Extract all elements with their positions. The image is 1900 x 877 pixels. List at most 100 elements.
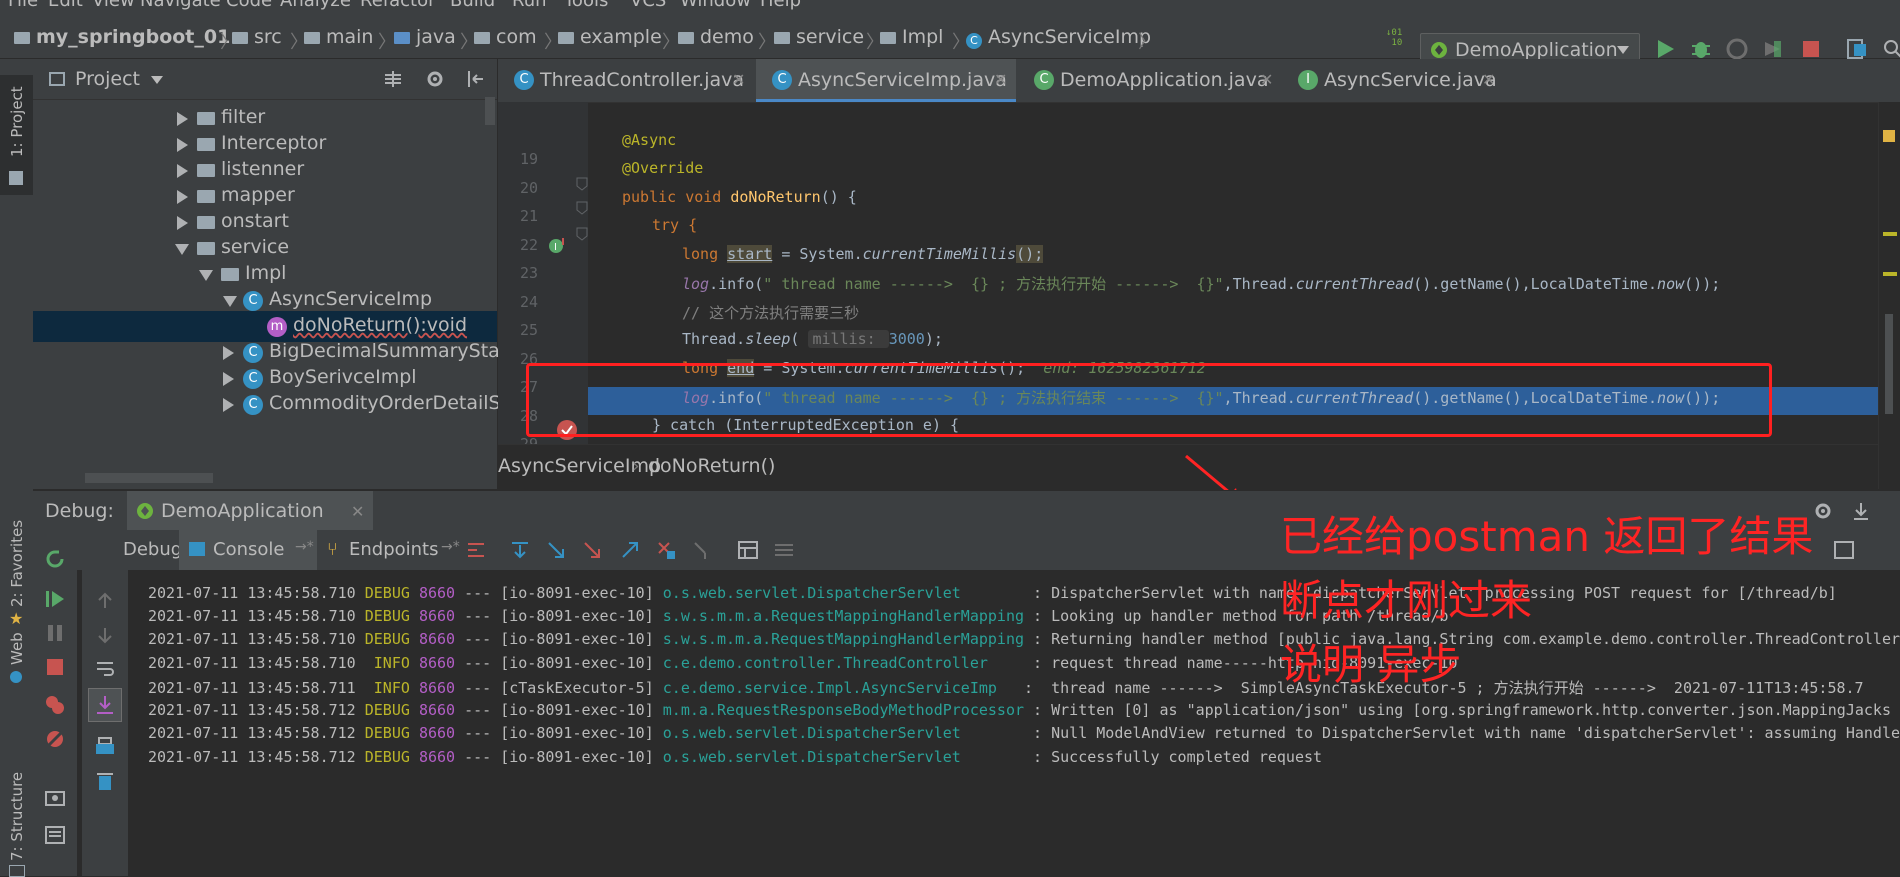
close-icon[interactable]: ✕	[1260, 70, 1273, 89]
menu-file[interactable]: File	[8, 0, 38, 11]
usage-marker[interactable]	[1883, 272, 1897, 276]
expanded-arrow-icon[interactable]	[175, 244, 189, 255]
show-execution-point-icon[interactable]	[465, 539, 487, 561]
tab-demoapplication[interactable]: C DemoApplication.java ✕	[1018, 59, 1280, 102]
rerun-icon[interactable]	[44, 548, 66, 570]
menu-vcs[interactable]: VCS	[630, 0, 666, 11]
tab-threadcontroller[interactable]: C ThreadController.java ✕	[498, 59, 754, 102]
breadcrumb-service[interactable]: service	[774, 26, 864, 48]
trash-icon[interactable]	[94, 770, 116, 792]
mute-breakpoints-icon[interactable]	[44, 728, 66, 750]
minimize-icon[interactable]	[1851, 501, 1871, 521]
collapsed-arrow-icon[interactable]	[223, 398, 234, 412]
warning-marker[interactable]	[1883, 130, 1895, 142]
run-to-cursor-icon[interactable]	[691, 539, 713, 561]
web-tool-tab[interactable]: Web	[0, 619, 33, 699]
expanded-arrow-icon[interactable]	[199, 270, 213, 281]
menu-code[interactable]: Code	[226, 0, 272, 11]
expanded-arrow-icon[interactable]	[223, 296, 237, 307]
tab-asyncservice[interactable]: I AsyncService.java ✕	[1282, 59, 1504, 102]
view-breakpoints-icon[interactable]	[44, 694, 66, 716]
close-icon[interactable]: ✕	[351, 502, 364, 521]
breadcrumb-impl[interactable]: Impl	[880, 26, 943, 48]
step-into-icon[interactable]	[545, 539, 567, 561]
collapsed-arrow-icon[interactable]	[177, 138, 188, 152]
menu-window[interactable]: Window	[680, 0, 751, 11]
trace-icon[interactable]	[773, 539, 795, 561]
close-icon[interactable]: ✕	[1482, 70, 1495, 89]
profile-icon[interactable]	[1762, 38, 1784, 60]
gear-icon[interactable]	[1813, 501, 1833, 521]
tree-item-commodityorder[interactable]: C CommodityOrderDetailS	[33, 389, 501, 420]
pin-icon[interactable]: →*	[295, 539, 314, 555]
layout-icon[interactable]	[1833, 539, 1855, 561]
collapsed-arrow-icon[interactable]	[223, 346, 234, 360]
breadcrumb-class[interactable]: C AsyncServiceImp	[966, 26, 1151, 49]
step-over-icon[interactable]	[509, 539, 531, 561]
breadcrumb-java[interactable]: java	[394, 26, 456, 48]
tab-console[interactable]: Console →*	[179, 530, 317, 570]
menu-help[interactable]: Help	[760, 0, 801, 11]
breadcrumb-main[interactable]: main	[304, 26, 373, 48]
coverage-icon[interactable]	[1726, 38, 1748, 60]
step-out-icon[interactable]	[619, 539, 641, 561]
project-panel-title[interactable]: Project	[75, 68, 140, 90]
tab-asyncserviceimp[interactable]: C AsyncServiceImp.java ✕	[756, 59, 1016, 102]
breadcrumb-demo[interactable]: demo	[678, 26, 754, 48]
soft-wrap-icon[interactable]	[94, 658, 116, 680]
hide-panel-icon[interactable]	[465, 69, 485, 89]
vertical-scrollbar-thumb[interactable]	[1885, 314, 1893, 414]
chevron-down-icon[interactable]	[151, 76, 163, 84]
menu-navigate[interactable]: Navigate	[140, 0, 221, 11]
structure-tool-tab[interactable]: 7: Structure	[0, 749, 33, 877]
close-icon[interactable]: ✕	[732, 70, 745, 89]
pause-icon[interactable]	[44, 622, 66, 644]
implements-icon[interactable]: I	[548, 236, 566, 254]
menu-analyze[interactable]: Analyze	[280, 0, 351, 11]
menu-build[interactable]: Build	[450, 0, 495, 11]
project-tool-tab[interactable]: 1: Project	[0, 75, 33, 195]
collapsed-arrow-icon[interactable]	[177, 164, 188, 178]
breadcrumb-com[interactable]: com	[474, 26, 537, 48]
breadcrumb-src[interactable]: src	[232, 26, 282, 48]
menu-view[interactable]: View	[92, 0, 135, 11]
evaluate-expression-icon[interactable]	[737, 539, 759, 561]
search-icon[interactable]	[1882, 38, 1900, 60]
stop-icon[interactable]	[1800, 38, 1822, 60]
up-arrow-icon[interactable]	[94, 590, 116, 612]
run-icon[interactable]	[1654, 38, 1676, 60]
debug-session-tab[interactable]: DemoApplication ✕	[127, 491, 373, 531]
menu-tools[interactable]: Tools	[564, 0, 608, 11]
drop-frame-icon[interactable]	[655, 539, 677, 561]
print-icon[interactable]	[94, 736, 116, 758]
usage-marker[interactable]	[1883, 232, 1897, 236]
vertical-scrollbar[interactable]	[485, 97, 495, 125]
collapsed-arrow-icon[interactable]	[177, 112, 188, 126]
menu-edit[interactable]: Edit	[48, 0, 83, 11]
error-stripe[interactable]	[1878, 102, 1900, 489]
force-step-into-icon[interactable]	[581, 539, 603, 561]
tab-endpoints[interactable]: ⑂ Endpoints →*	[323, 530, 460, 570]
debug-icon[interactable]	[1690, 38, 1712, 60]
resume-icon[interactable]	[44, 588, 66, 610]
favorites-tool-tab[interactable]: 2: Favorites ★	[0, 509, 33, 628]
breadcrumb-example[interactable]: example	[558, 26, 662, 48]
close-icon[interactable]: ✕	[994, 70, 1007, 89]
menu-refactor[interactable]: Refactor	[360, 0, 436, 11]
camera-icon[interactable]	[44, 786, 66, 808]
restore-layout-icon[interactable]	[44, 824, 66, 846]
collapsed-arrow-icon[interactable]	[177, 190, 188, 204]
project-structure-icon[interactable]	[1846, 38, 1868, 60]
console-output[interactable]: 2021-07-11 13:45:58.710 DEBUG 8660 --- […	[130, 570, 1900, 876]
breadcrumb-project[interactable]: my_springboot_01	[14, 26, 230, 48]
build-icon[interactable]: ↓01 10	[1386, 28, 1402, 48]
scroll-to-end-button[interactable]	[88, 688, 122, 722]
collapse-all-icon[interactable]	[383, 69, 403, 89]
pin-icon[interactable]: →*	[441, 539, 460, 555]
collapsed-arrow-icon[interactable]	[223, 372, 234, 386]
down-arrow-icon[interactable]	[94, 624, 116, 646]
breadcrumb-method[interactable]: doNoReturn()	[648, 455, 775, 477]
menu-run[interactable]: Run	[512, 0, 547, 11]
stop-icon[interactable]	[44, 656, 66, 678]
gear-icon[interactable]	[425, 69, 445, 89]
